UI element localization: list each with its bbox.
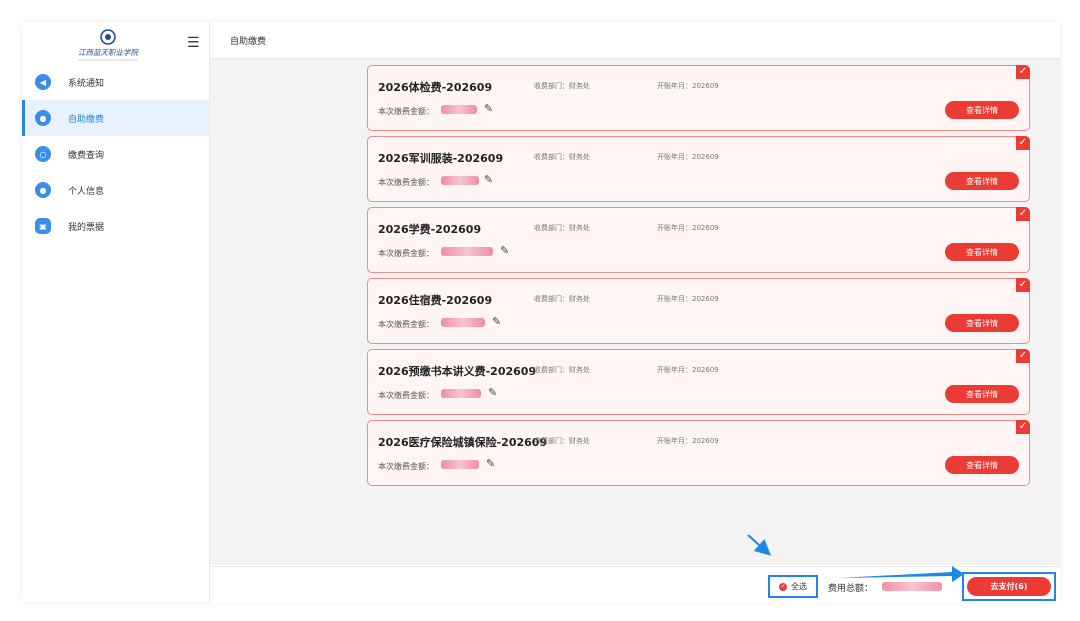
sidebar-item-label: 缴费查询 bbox=[68, 150, 105, 161]
checkbox-checked-icon[interactable]: ✓ bbox=[1016, 349, 1030, 363]
fee-title: 2026体检费-202609 bbox=[378, 81, 493, 94]
fee-title: 2026医疗保险城镇保险-202609 bbox=[378, 436, 548, 449]
check-circle-icon: ✓ bbox=[779, 582, 787, 591]
pay-button[interactable]: 去支付(6) bbox=[967, 577, 1051, 596]
checkbox-checked-icon[interactable]: ✓ bbox=[1016, 207, 1030, 221]
fee-amount-label: 本次缴费金额： bbox=[378, 320, 434, 329]
fee-dept: 收费部门：财务处 bbox=[534, 366, 590, 374]
edit-pencil-icon[interactable]: ✎ bbox=[500, 244, 509, 257]
view-details-button[interactable]: 查看详情 bbox=[945, 314, 1019, 332]
fee-dept: 收费部门：财务处 bbox=[534, 82, 590, 90]
checkbox-checked-icon[interactable]: ✓ bbox=[1016, 420, 1030, 434]
sidebar-item-payment-query[interactable]: ○ 缴费查询 bbox=[22, 136, 209, 172]
fee-amount-redacted bbox=[441, 389, 481, 398]
fee-amount-redacted bbox=[441, 460, 479, 469]
fee-dept: 收费部门：财务处 bbox=[534, 295, 590, 303]
sidebar-nav: ◀ 系统通知 ● 自助缴费 ○ 缴费查询 ● 个人信息 ▣ 我的票据 bbox=[22, 64, 209, 244]
svg-text:江西蓝天职业学院: 江西蓝天职业学院 bbox=[78, 48, 139, 57]
sidebar-item-receipts[interactable]: ▣ 我的票据 bbox=[22, 208, 209, 244]
fee-card[interactable]: 2026预缴书本讲义费-202609 收费部门：财务处 开账年月：202609 … bbox=[367, 349, 1030, 415]
fee-card[interactable]: 2026医疗保险城镇保险-202609 收费部门：财务处 开账年月：202609… bbox=[367, 420, 1030, 486]
fee-amount-label: 本次缴费金额： bbox=[378, 178, 434, 187]
total-amount-label: 费用总额： bbox=[828, 584, 874, 594]
fee-amount-redacted bbox=[441, 176, 479, 185]
fee-dept: 收费部门：财务处 bbox=[534, 224, 590, 232]
fee-list: 2026体检费-202609 收费部门：财务处 开账年月：202609 本次缴费… bbox=[210, 59, 1060, 565]
fee-card[interactable]: 2026学费-202609 收费部门：财务处 开账年月：202609 本次缴费金… bbox=[367, 207, 1030, 273]
fee-amount-redacted bbox=[441, 247, 493, 256]
sidebar-item-label: 我的票据 bbox=[68, 222, 105, 233]
checkbox-checked-icon[interactable]: ✓ bbox=[1016, 65, 1030, 79]
school-emblem-icon: 江西蓝天职业学院 bbox=[78, 29, 139, 61]
fee-amount-label: 本次缴费金额： bbox=[378, 107, 434, 116]
receipt-icon: ▣ bbox=[35, 218, 51, 234]
fee-amount-redacted bbox=[441, 105, 477, 114]
fee-amount-label: 本次缴费金额： bbox=[378, 249, 434, 258]
fee-card[interactable]: 2026住宿费-202609 收费部门：财务处 开账年月：202609 本次缴费… bbox=[367, 278, 1030, 344]
fee-period: 开账年月：202609 bbox=[657, 295, 719, 303]
user-icon: ● bbox=[35, 182, 51, 198]
sidebar-item-label: 个人信息 bbox=[68, 186, 105, 197]
sidebar: 江西蓝天职业学院 ☰ ◀ 系统通知 ● 自助缴费 ○ 缴费查询 ● 个人信息 ▣… bbox=[22, 22, 210, 602]
fee-card[interactable]: 2026体检费-202609 收费部门：财务处 开账年月：202609 本次缴费… bbox=[367, 65, 1030, 131]
app-window: 江西蓝天职业学院 ☰ ◀ 系统通知 ● 自助缴费 ○ 缴费查询 ● 个人信息 ▣… bbox=[22, 22, 1060, 603]
school-logo: 江西蓝天职业学院 bbox=[70, 28, 146, 66]
edit-pencil-icon[interactable]: ✎ bbox=[484, 102, 493, 115]
edit-pencil-icon[interactable]: ✎ bbox=[486, 457, 495, 470]
select-all-checkbox[interactable]: ✓ 全选 bbox=[768, 575, 818, 598]
view-details-button[interactable]: 查看详情 bbox=[945, 172, 1019, 190]
sidebar-item-label: 系统通知 bbox=[68, 78, 105, 89]
fee-amount-redacted bbox=[441, 318, 485, 327]
sidebar-item-self-payment[interactable]: ● 自助缴费 bbox=[22, 100, 209, 136]
menu-toggle-icon[interactable]: ☰ bbox=[187, 36, 200, 50]
checkbox-checked-icon[interactable]: ✓ bbox=[1016, 136, 1030, 150]
bell-icon: ◀ bbox=[35, 74, 51, 90]
fee-period: 开账年月：202609 bbox=[657, 437, 719, 445]
fee-title: 2026学费-202609 bbox=[378, 223, 482, 236]
fee-title: 2026住宿费-202609 bbox=[378, 294, 493, 307]
sidebar-item-notice[interactable]: ◀ 系统通知 bbox=[22, 64, 209, 100]
select-all-label: 全选 bbox=[791, 582, 807, 591]
total-amount-redacted bbox=[882, 582, 942, 591]
view-details-button[interactable]: 查看详情 bbox=[945, 243, 1019, 261]
page-header: 自助缴费 bbox=[210, 22, 1060, 59]
sidebar-item-profile[interactable]: ● 个人信息 bbox=[22, 172, 209, 208]
fee-dept: 收费部门：财务处 bbox=[534, 153, 590, 161]
fee-period: 开账年月：202609 bbox=[657, 366, 719, 374]
view-details-button[interactable]: 查看详情 bbox=[945, 456, 1019, 474]
sidebar-item-label: 自助缴费 bbox=[68, 114, 105, 125]
edit-pencil-icon[interactable]: ✎ bbox=[484, 173, 493, 186]
fee-period: 开账年月：202609 bbox=[657, 153, 719, 161]
fee-amount-label: 本次缴费金额： bbox=[378, 462, 434, 471]
fee-period: 开账年月：202609 bbox=[657, 82, 719, 90]
fee-card[interactable]: 2026军训服装-202609 收费部门：财务处 开账年月：202609 本次缴… bbox=[367, 136, 1030, 202]
payment-icon: ● bbox=[35, 110, 51, 126]
edit-pencil-icon[interactable]: ✎ bbox=[492, 315, 501, 328]
page-title: 自助缴费 bbox=[230, 36, 267, 47]
fee-title: 2026预缴书本讲义费-202609 bbox=[378, 365, 537, 378]
checkout-bar: ✓ 全选 费用总额： 去支付(6) bbox=[210, 566, 1060, 603]
fee-dept: 收费部门：财务处 bbox=[534, 437, 590, 445]
view-details-button[interactable]: 查看详情 bbox=[945, 385, 1019, 403]
checkbox-checked-icon[interactable]: ✓ bbox=[1016, 278, 1030, 292]
fee-amount-label: 本次缴费金额： bbox=[378, 391, 434, 400]
fee-title: 2026军训服装-202609 bbox=[378, 152, 504, 165]
fee-period: 开账年月：202609 bbox=[657, 224, 719, 232]
edit-pencil-icon[interactable]: ✎ bbox=[488, 386, 497, 399]
pay-button-highlight: 去支付(6) bbox=[962, 572, 1056, 601]
search-icon: ○ bbox=[35, 146, 51, 162]
view-details-button[interactable]: 查看详情 bbox=[945, 101, 1019, 119]
